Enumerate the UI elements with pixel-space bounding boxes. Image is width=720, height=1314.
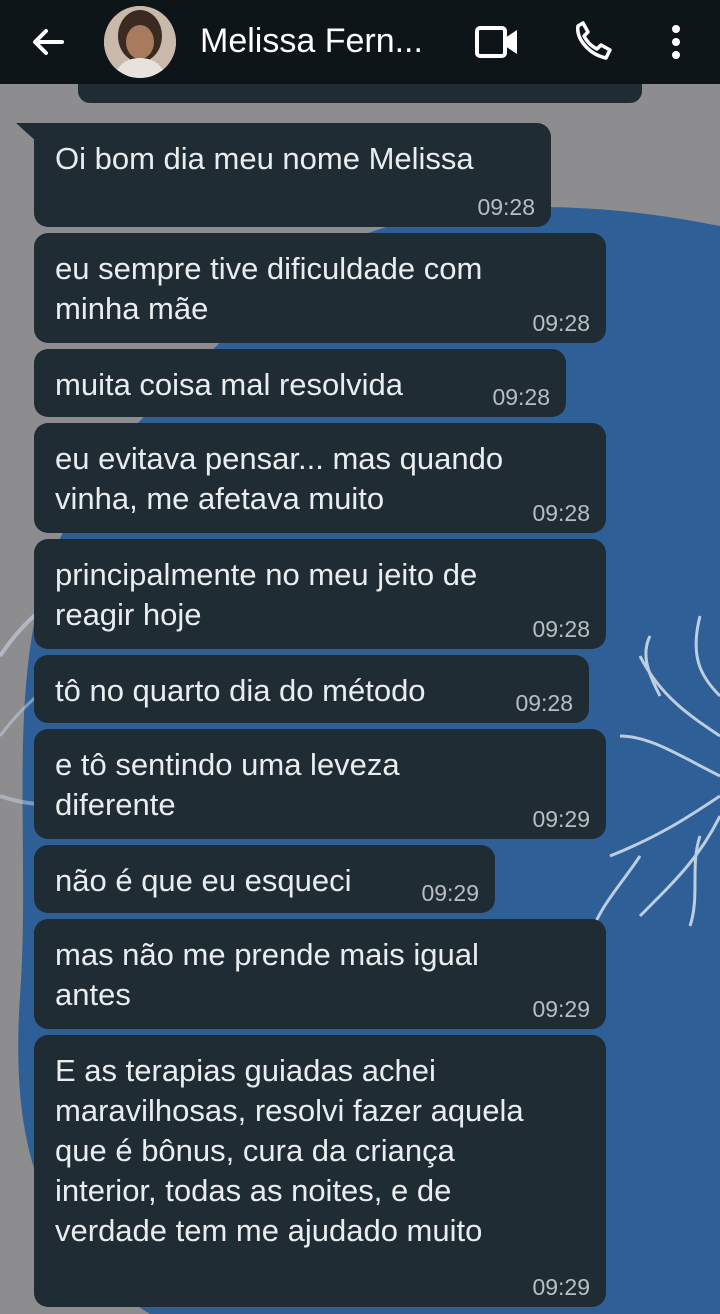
message-timestamp: 09:28 bbox=[515, 690, 573, 716]
message-bubble[interactable]: eu evitava pensar... mas quando vinha, m… bbox=[34, 423, 606, 533]
message-text: principalmente no meu jeito de reagir ho… bbox=[55, 557, 478, 632]
message-text: Oi bom dia meu nome Melissa bbox=[55, 141, 474, 176]
message-text: muita coisa mal resolvida bbox=[55, 367, 404, 402]
message-timestamp: 09:28 bbox=[492, 384, 550, 410]
message-timestamp: 09:28 bbox=[532, 616, 590, 642]
message-text: eu evitava pensar... mas quando vinha, m… bbox=[55, 441, 504, 516]
message-timestamp: 09:28 bbox=[532, 500, 590, 526]
avatar[interactable] bbox=[104, 6, 176, 78]
previous-message-bubble bbox=[78, 84, 642, 103]
message-timestamp: 09:28 bbox=[477, 194, 535, 220]
message-text: E as terapias guiadas achei maravilhosas… bbox=[55, 1053, 524, 1248]
more-vert-icon[interactable] bbox=[664, 20, 688, 64]
message-timestamp: 09:29 bbox=[532, 1274, 590, 1300]
video-call-icon[interactable] bbox=[474, 22, 520, 62]
message-bubble[interactable]: mas não me prende mais igual antes 09:29 bbox=[34, 919, 606, 1029]
message-bubble[interactable]: eu sempre tive dificuldade com minha mãe… bbox=[34, 233, 606, 343]
back-arrow-icon[interactable] bbox=[28, 22, 68, 62]
contact-name[interactable]: Melissa Fern... bbox=[200, 20, 423, 62]
message-bubble[interactable]: E as terapias guiadas achei maravilhosas… bbox=[34, 1035, 606, 1307]
message-text: mas não me prende mais igual antes bbox=[55, 937, 479, 1012]
message-timestamp: 09:29 bbox=[421, 880, 479, 906]
message-timestamp: 09:28 bbox=[532, 310, 590, 336]
message-text: tô no quarto dia do método bbox=[55, 673, 426, 708]
chat-header: Melissa Fern... bbox=[0, 0, 720, 84]
message-bubble[interactable]: Oi bom dia meu nome Melissa 09:28 bbox=[34, 123, 551, 227]
message-timestamp: 09:29 bbox=[532, 806, 590, 832]
message-bubble[interactable]: principalmente no meu jeito de reagir ho… bbox=[34, 539, 606, 649]
message-bubble[interactable]: não é que eu esqueci 09:29 bbox=[34, 845, 495, 913]
message-text: eu sempre tive dificuldade com minha mãe bbox=[55, 251, 483, 326]
message-bubble[interactable]: e tô sentindo uma leveza diferente 09:29 bbox=[34, 729, 606, 839]
message-text: não é que eu esqueci bbox=[55, 863, 352, 898]
message-bubble[interactable]: tô no quarto dia do método 09:28 bbox=[34, 655, 589, 723]
message-timestamp: 09:29 bbox=[532, 996, 590, 1022]
message-text: e tô sentindo uma leveza diferente bbox=[55, 747, 400, 822]
voice-call-icon[interactable] bbox=[570, 20, 614, 64]
message-bubble[interactable]: muita coisa mal resolvida 09:28 bbox=[34, 349, 566, 417]
